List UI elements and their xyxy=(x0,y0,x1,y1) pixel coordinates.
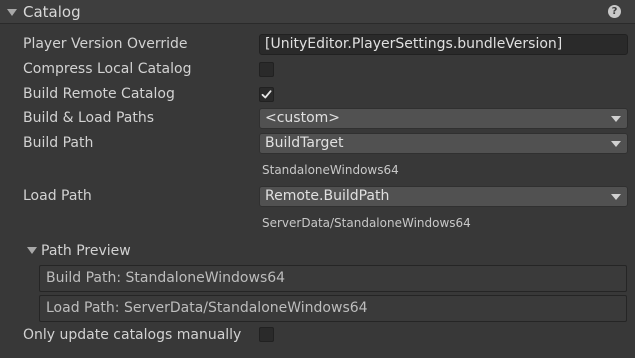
checkmark-icon xyxy=(261,90,272,99)
dropdown-arrow-icon xyxy=(611,141,621,147)
build-load-paths-label: Build & Load Paths xyxy=(23,110,155,126)
compress-local-catalog-checkbox[interactable] xyxy=(259,62,274,77)
dropdown-arrow-icon xyxy=(611,116,621,122)
build-path-dropdown[interactable]: BuildTarget xyxy=(259,133,628,154)
build-load-paths-dropdown[interactable]: <custom> xyxy=(259,108,628,129)
load-path-preview: Load Path: ServerData/StandaloneWindows6… xyxy=(39,295,627,322)
build-load-paths-value: <custom> xyxy=(265,110,341,126)
player-version-override-label: Player Version Override xyxy=(23,36,188,52)
player-version-override-input[interactable]: [UnityEditor.PlayerSettings.bundleVersio… xyxy=(259,34,628,55)
build-remote-catalog-label: Build Remote Catalog xyxy=(23,86,175,102)
path-preview-title: Path Preview xyxy=(41,243,131,259)
catalog-foldout-header[interactable]: Catalog ? xyxy=(0,0,635,24)
foldout-expanded-icon[interactable] xyxy=(27,247,37,254)
help-icon[interactable]: ? xyxy=(608,5,621,18)
load-path-resolved: ServerData/StandaloneWindows64 xyxy=(262,216,471,230)
build-path-preview: Build Path: StandaloneWindows64 xyxy=(39,265,627,292)
build-path-label: Build Path xyxy=(23,135,94,151)
catalog-settings-panel: Catalog ? Player Version Override [Unity… xyxy=(0,0,635,358)
only-update-catalogs-manually-checkbox[interactable] xyxy=(259,327,274,342)
load-path-dropdown[interactable]: Remote.BuildPath xyxy=(259,186,628,207)
dropdown-arrow-icon xyxy=(611,194,621,200)
load-path-label: Load Path xyxy=(23,188,92,204)
build-remote-catalog-checkbox[interactable] xyxy=(259,87,274,102)
catalog-title: Catalog xyxy=(23,3,81,21)
foldout-expanded-icon[interactable] xyxy=(7,9,17,16)
load-path-value: Remote.BuildPath xyxy=(265,188,390,204)
only-update-catalogs-manually-label: Only update catalogs manually xyxy=(23,327,242,343)
compress-local-catalog-label: Compress Local Catalog xyxy=(23,61,192,77)
build-path-value: BuildTarget xyxy=(265,135,344,151)
build-path-resolved: StandaloneWindows64 xyxy=(262,163,399,177)
